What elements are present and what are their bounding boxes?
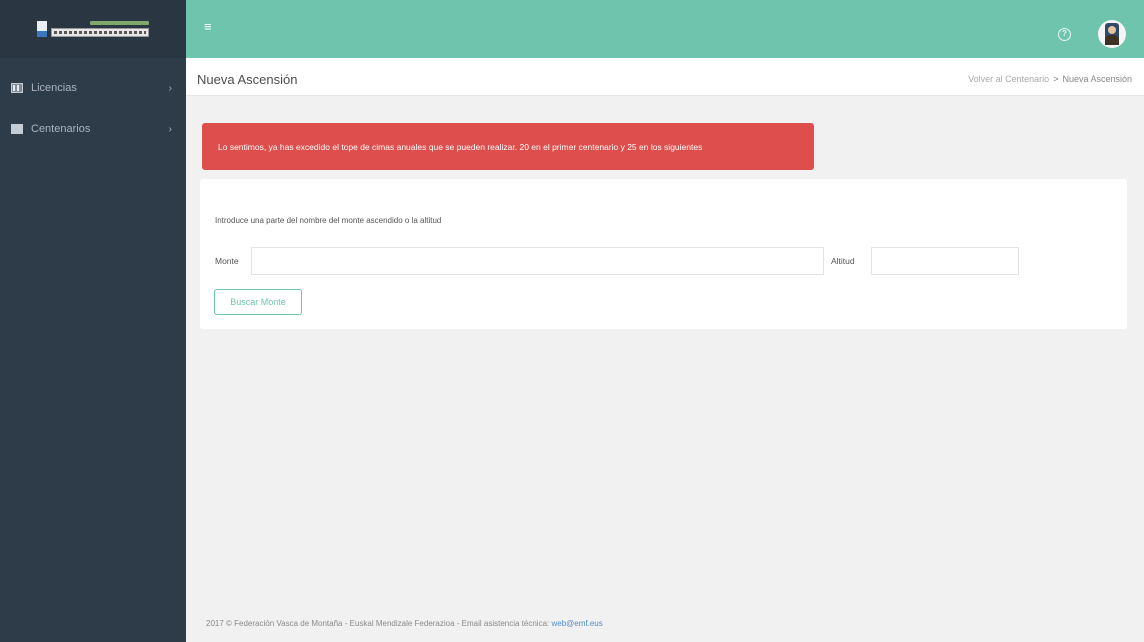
square-icon (11, 124, 23, 134)
sidebar-nav: Licencias › Centenarios › (0, 73, 186, 144)
sidebar-item-licencias[interactable]: Licencias › (0, 73, 186, 103)
logo-flag-icon (37, 21, 47, 37)
sidebar-item-label: Licencias (31, 82, 77, 94)
breadcrumb-separator: > (1053, 74, 1059, 84)
hamburger-icon[interactable]: ≡ (204, 20, 218, 34)
footer: 2017 © Federación Vasca de Montaña - Eus… (206, 619, 603, 628)
breadcrumb: Volver al Centenario > Nueva Ascensión (968, 74, 1132, 84)
license-grid-icon (11, 83, 23, 93)
search-card: Introduce una parte del nombre del monte… (200, 179, 1127, 329)
page-title: Nueva Ascensión (197, 72, 298, 87)
top-bar: ≡ ? (186, 0, 1144, 58)
chevron-right-icon: › (168, 123, 172, 135)
chevron-right-icon: › (168, 82, 172, 94)
breadcrumb-link-centenario[interactable]: Volver al Centenario (968, 74, 1049, 84)
altitud-label: Altitud (831, 256, 855, 266)
logo-area (0, 0, 186, 58)
error-alert: Lo sentimos, ya has excedido el tope de … (202, 123, 814, 170)
page-header: Nueva Ascensión Volver al Centenario > N… (186, 58, 1144, 96)
buscar-monte-button[interactable]: Buscar Monte (214, 289, 302, 315)
sidebar-item-label: Centenarios (31, 123, 91, 135)
federation-logo[interactable] (37, 18, 149, 40)
support-email-link[interactable]: web@emf.eus (552, 619, 603, 628)
altitud-input[interactable] (871, 247, 1019, 275)
sidebar-item-centenarios[interactable]: Centenarios › (0, 114, 186, 144)
footer-text: 2017 © Federación Vasca de Montaña - Eus… (206, 619, 550, 628)
help-circle-icon[interactable]: ? (1058, 28, 1071, 41)
sidebar: Licencias › Centenarios › (0, 0, 186, 642)
avatar[interactable] (1098, 20, 1126, 48)
search-intro-text: Introduce una parte del nombre del monte… (215, 216, 442, 225)
monte-label: Monte (215, 256, 239, 266)
monte-input[interactable] (251, 247, 824, 275)
breadcrumb-current: Nueva Ascensión (1062, 74, 1132, 84)
alert-message: Lo sentimos, ya has excedido el tope de … (218, 142, 703, 152)
